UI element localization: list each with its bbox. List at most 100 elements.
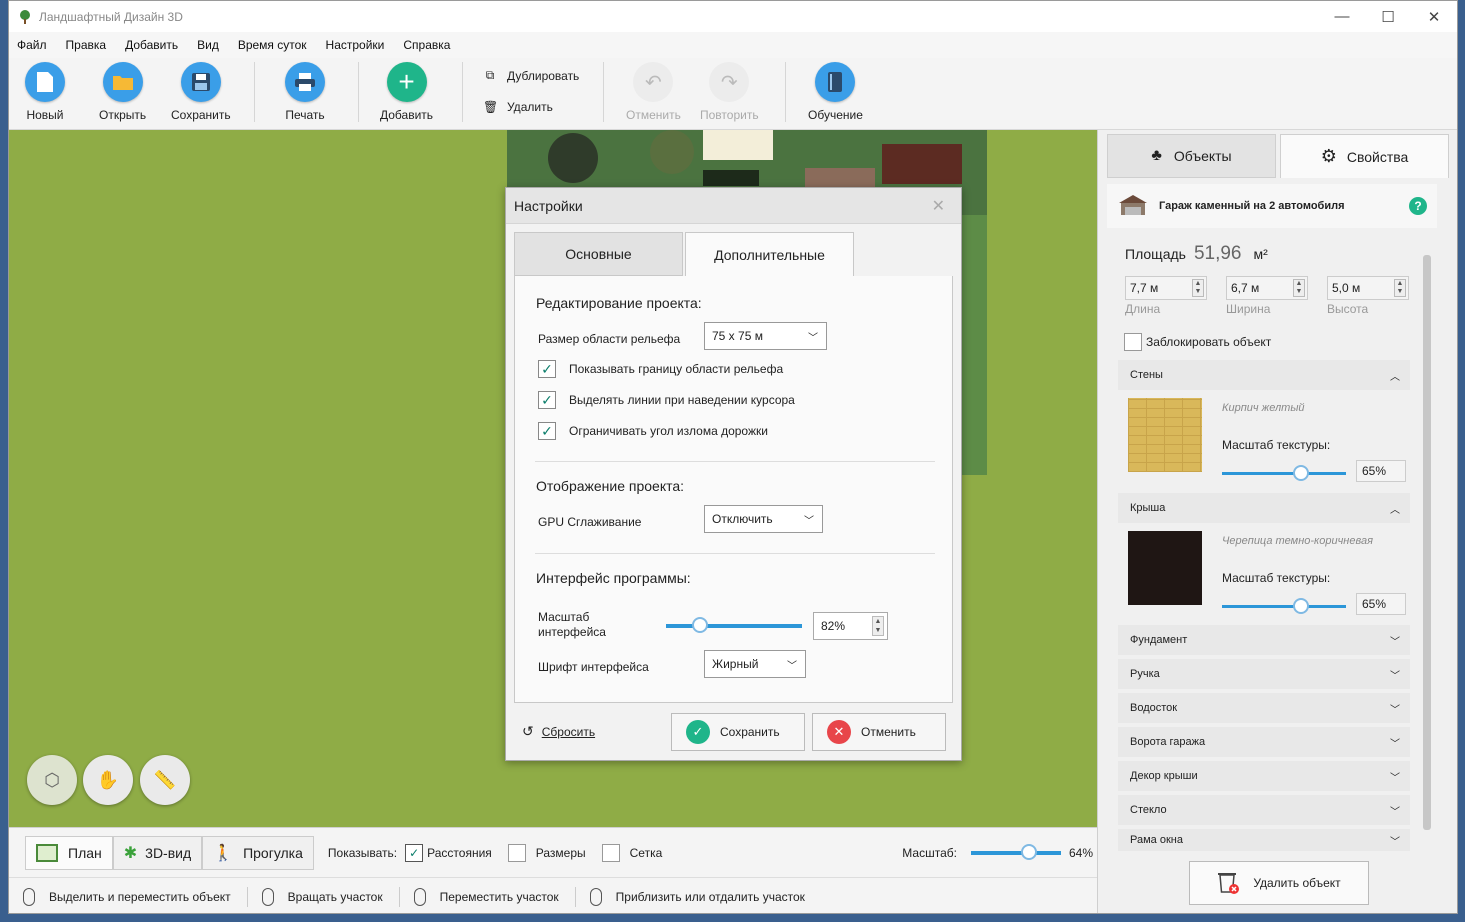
redo-button[interactable]: ↷ Повторить [700,62,759,122]
height-input[interactable]: 5,0 м ▲ ▼ [1327,276,1409,300]
tab-advanced[interactable]: Дополнительные [685,232,854,276]
delete-button[interactable]: 🗑 Удалить [483,100,553,114]
spinner-arrows-icon[interactable]: ▲ ▼ [1192,279,1204,297]
slider-knob[interactable] [1293,465,1309,481]
walls-scale-slider[interactable] [1222,465,1346,481]
gear-icon: ⚙ [1320,146,1337,166]
grid-checkbox[interactable] [601,843,620,862]
brick-yellow-swatch[interactable] [1128,398,1202,472]
roof-tile-swatch[interactable] [1128,531,1202,605]
section-roof-decor[interactable]: Декор крыши ﹀ [1118,761,1410,791]
print-button[interactable]: Печать [285,62,325,122]
length-caption: Длина [1125,302,1161,316]
dialog-save-button[interactable]: ✓ Сохранить [671,713,805,751]
add-button[interactable]: + Добавить [380,62,433,122]
ui-scale-input[interactable]: 82% ▲ ▼ [813,612,888,640]
spinner-arrows-icon[interactable]: ▲ ▼ [1394,279,1406,297]
font-select[interactable]: Жирный ﹀ [704,650,806,678]
undo-icon: ↶ [633,62,674,102]
zoom-slider[interactable] [970,843,1061,860]
section-roof[interactable]: Крыша ︿ [1118,493,1410,523]
section-walls[interactable]: Стены ︿ [1118,360,1410,390]
menu-help[interactable]: Справка [403,38,450,52]
spinner-arrows-icon[interactable]: ▲ ▼ [872,616,884,636]
dialog-close-icon[interactable]: ✕ [932,196,945,216]
tab-properties[interactable]: ⚙ Свойства [1280,134,1449,178]
roof-scale-label: Масштаб текстуры: [1222,571,1331,585]
ui-scale-slider[interactable] [666,617,802,633]
menu-edit[interactable]: Правка [66,38,107,52]
spinner-arrows-icon[interactable]: ▲ ▼ [1293,279,1305,297]
menu-add[interactable]: Добавить [125,38,178,52]
open-button[interactable]: Открыть [99,62,146,122]
section-garage-gate[interactable]: Ворота гаража ﹀ [1118,727,1410,757]
relief-size-label: Размер области рельефа [538,332,681,346]
scale-label-line2: интерфейса [538,625,606,639]
slider-knob[interactable] [1293,598,1309,614]
show-border-checkbox[interactable]: ✓ [538,360,556,378]
measure-button[interactable]: 📏 [140,755,190,805]
relief-size-select[interactable]: 75 x 75 м ﹀ [704,322,827,350]
dialog-cancel-button[interactable]: ✕ Отменить [812,713,946,751]
lock-label: Заблокировать объект [1146,335,1272,349]
length-input[interactable]: 7,7 м ▲ ▼ [1125,276,1207,300]
section-glass[interactable]: Стекло ﹀ [1118,795,1410,825]
menu-settings[interactable]: Настройки [326,38,385,52]
new-button[interactable]: Новый [25,62,65,122]
chevron-down-icon: ﹀ [787,660,797,672]
menu-file[interactable]: Файл [17,38,47,52]
minimize-button[interactable]: — [1319,8,1365,26]
tab-basic[interactable]: Основные [514,232,683,276]
check-show-border: ✓ Показывать границу области рельефа [538,360,783,378]
section-window-frame[interactable]: Рама окна ﹀ [1118,829,1410,851]
chevron-down-icon: ﹀ [1390,670,1400,682]
new-file-icon [25,62,65,102]
width-caption: Ширина [1226,302,1271,316]
view-3d-button[interactable]: ✱ 3D-вид [112,835,203,870]
sizes-checkbox[interactable] [507,843,526,862]
distances-checkbox[interactable]: ✓ [405,843,424,862]
roof-scale-input[interactable]: 65% [1356,593,1406,615]
duplicate-icon: ⧉ [485,68,495,82]
tutorial-button[interactable]: Обучение [808,62,863,122]
tab-objects[interactable]: ♣ Объекты [1107,134,1276,178]
settings-dialog: Настройки ✕ Основные Дополнительные Реда… [505,187,962,761]
save-button[interactable]: Сохранить [171,62,231,122]
walls-scale-input[interactable]: 65% [1356,460,1406,482]
delete-object-button[interactable]: Удалить объект [1189,861,1369,905]
zoom-slider-knob[interactable] [1020,843,1037,860]
close-button[interactable]: ✕ [1411,8,1457,26]
lock-checkbox[interactable] [1124,333,1142,351]
section-foundation[interactable]: Фундамент ﹀ [1118,625,1410,655]
height-caption: Высота [1327,302,1369,316]
object-name: Гараж каменный на 2 автомобиля [1159,200,1345,212]
area-unit: м² [1253,246,1268,262]
limit-angle-checkbox[interactable]: ✓ [538,422,556,440]
pan-button[interactable]: ✋ [83,755,133,805]
ui-scale-slider-knob[interactable] [692,617,708,633]
menu-bar: Файл Правка Добавить Вид Время суток Нас… [9,32,1457,58]
section-gutter[interactable]: Водосток ﹀ [1118,693,1410,723]
rotate-3d-button[interactable]: ⬡ [27,755,77,805]
undo-button[interactable]: ↶ Отменить [626,62,681,122]
duplicate-button[interactable]: ⧉ Дублировать [483,68,580,83]
gpu-select[interactable]: Отключить ﹀ [704,505,823,533]
status-rotate: Вращать участок [248,886,400,907]
panel-scrollbar[interactable] [1423,255,1431,830]
reset-link[interactable]: ↺ Сбросить [522,723,595,740]
highlight-lines-checkbox[interactable]: ✓ [538,391,556,409]
interface-header: Интерфейс программы: [536,570,691,586]
check-limit-angle: ✓ Ограничивать угол излома дорожки [538,422,768,440]
help-icon[interactable]: ? [1409,197,1427,215]
section-handle[interactable]: Ручка ﹀ [1118,659,1410,689]
menu-view[interactable]: Вид [197,38,219,52]
walls-material-name: Кирпич желтый [1222,402,1305,414]
view-plan-button[interactable]: План [25,835,113,870]
width-input[interactable]: 6,7 м ▲ ▼ [1226,276,1308,300]
roof-scale-slider[interactable] [1222,598,1346,614]
view-walk-button[interactable]: 🚶 Прогулка [202,835,314,870]
dialog-body: Редактирование проекта: Размер области р… [514,276,953,703]
menu-time-of-day[interactable]: Время суток [238,38,307,52]
cube-icon: ⬡ [44,769,60,790]
maximize-button[interactable]: ☐ [1365,8,1411,26]
